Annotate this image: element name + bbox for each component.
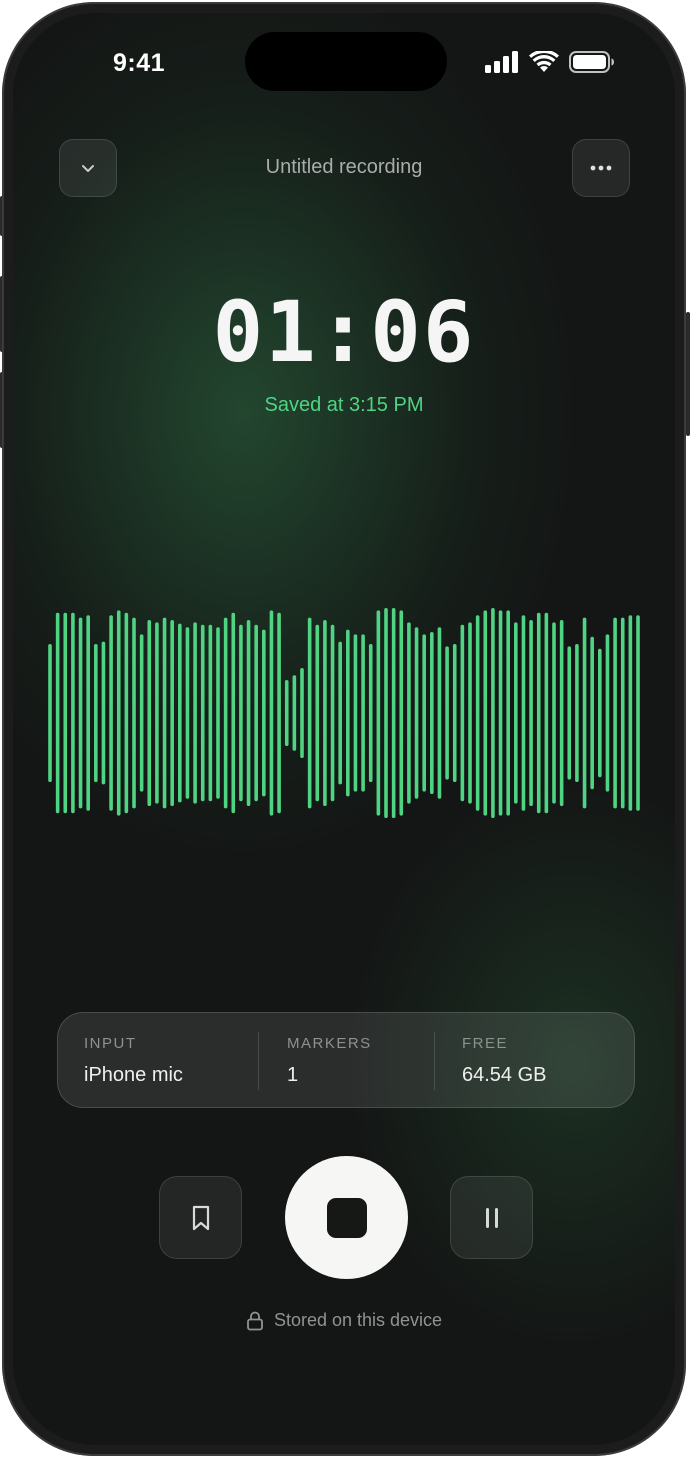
- markers-value: 1: [287, 1064, 299, 1086]
- saved-status: Saved at 3:15 PM: [264, 394, 424, 416]
- input-label: INPUT: [84, 1035, 137, 1052]
- input-value: iPhone mic: [84, 1064, 183, 1086]
- elapsed-timer: 01:06: [212, 283, 476, 381]
- free-space-label: FREE: [462, 1035, 509, 1052]
- pause-button[interactable]: [450, 1176, 533, 1259]
- storage-text: Stored on this device: [273, 1310, 443, 1330]
- more-options-button[interactable]: [572, 139, 630, 197]
- markers-label: MARKERS: [287, 1035, 372, 1052]
- status-time: 9:41: [113, 49, 166, 77]
- divider: [434, 1032, 435, 1090]
- waveform: [48, 607, 640, 818]
- stop-icon: [326, 1197, 367, 1238]
- lock-icon: [247, 1311, 263, 1330]
- screen: 9:41 Untitled recording 01:06 Saved at 3…: [13, 13, 675, 1445]
- stop-button[interactable]: [285, 1156, 408, 1279]
- phone-frame: 9:41 Untitled recording 01:06 Saved at 3…: [2, 2, 686, 1456]
- add-marker-button[interactable]: [159, 1176, 242, 1259]
- cellular-signal-icon: [485, 51, 518, 73]
- pause-icon: [485, 1207, 498, 1228]
- dynamic-island: [245, 32, 447, 91]
- free-space-value: 64.54 GB: [462, 1064, 547, 1086]
- power-button: [686, 312, 690, 436]
- more-horizontal-icon: [590, 165, 612, 171]
- battery-icon: [569, 51, 614, 73]
- divider: [258, 1032, 259, 1090]
- recording-info-card: INPUT iPhone mic MARKERS 1 FREE 64.54 GB: [57, 1012, 635, 1108]
- bookmark-icon: [192, 1205, 209, 1230]
- storage-note: Stored on this device: [13, 1310, 675, 1331]
- status-icons: [485, 51, 615, 73]
- wifi-icon: [529, 51, 559, 72]
